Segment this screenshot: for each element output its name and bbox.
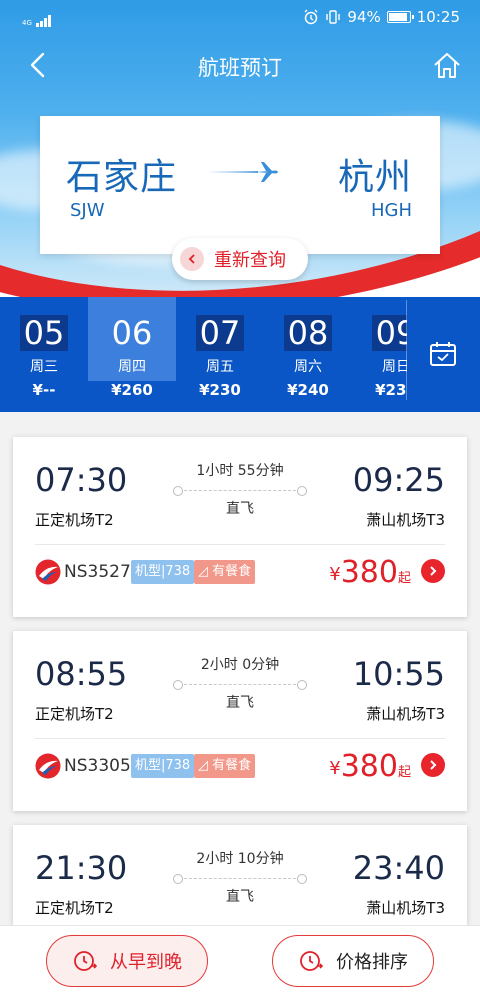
departure-city: 石家庄	[66, 157, 178, 198]
chevron-right-icon[interactable]	[421, 753, 445, 777]
status-right: 94% 10:25	[303, 8, 460, 26]
sort-by-price-button[interactable]: 价格排序	[272, 935, 434, 987]
date-option[interactable]: 07 周五 ¥230	[176, 297, 264, 412]
calendar-icon	[430, 342, 456, 366]
network-type: 4G	[22, 19, 32, 27]
alarm-icon	[304, 9, 318, 25]
date-price: ¥--	[32, 381, 56, 399]
route-card: 石家庄 SJW 杭州 HGH	[40, 116, 440, 254]
price-currency: ¥	[329, 564, 341, 585]
signal-bars-icon	[35, 9, 52, 27]
meal-label: 有餐食	[212, 758, 252, 773]
aircraft-tag: 机型|738	[131, 754, 195, 778]
departure-code: SJW	[70, 200, 105, 221]
flight-card[interactable]: 07:30 1小时 55分钟 直飞 09:25 正定机场T2 萧山机场T3 NS…	[13, 437, 467, 617]
divider	[35, 738, 445, 739]
date-price: ¥260	[111, 381, 153, 399]
price-suffix: 起	[397, 765, 411, 780]
status-bar: 4G 94% 10:25	[0, 0, 480, 36]
price-suffix: 起	[397, 571, 411, 586]
requery-button[interactable]: 重新查询	[172, 238, 308, 280]
date-day: 07	[195, 315, 245, 351]
price-currency: ¥	[329, 758, 341, 779]
date-weekday: 周三	[30, 359, 58, 375]
route-line	[173, 486, 307, 496]
battery-icon	[386, 11, 414, 23]
chevron-right-icon[interactable]	[421, 559, 445, 583]
meal-tag: ◿ 有餐食	[194, 754, 256, 778]
vibrate-icon	[326, 10, 341, 24]
meal-icon: ◿	[198, 564, 213, 579]
date-weekday: 周六	[294, 359, 322, 375]
sort-by-time-label: 从早到晚	[110, 952, 182, 973]
sort-by-price-label: 价格排序	[336, 952, 408, 973]
meal-tag: ◿ 有餐食	[194, 560, 256, 584]
date-weekday: 周四	[118, 359, 146, 375]
signal-indicator: 4G	[22, 9, 52, 27]
chevron-left-icon	[180, 247, 204, 271]
price-amount: 380	[340, 749, 398, 784]
date-option[interactable]: 08 周六 ¥240	[264, 297, 352, 412]
clock-sort-icon	[74, 951, 98, 971]
route-line	[173, 680, 307, 690]
date-option-selected[interactable]: 06 周四 ¥260	[88, 297, 176, 412]
divider	[406, 300, 407, 400]
flight-number: NS3305	[64, 756, 131, 776]
bottom-sort-bar: 从早到晚 价格排序	[0, 925, 480, 995]
price-amount: 380	[340, 555, 398, 590]
arrival-city: 杭州	[337, 157, 412, 198]
arrival-time: 10:55	[352, 655, 445, 693]
clock-time: 10:25	[416, 8, 460, 26]
flight-price: ¥380起	[329, 555, 411, 590]
battery-percent: 94%	[347, 8, 381, 26]
flight-card[interactable]: 08:55 2小时 0分钟 直飞 10:55 正定机场T2 萧山机场T3 NS3…	[13, 631, 467, 811]
flight-price: ¥380起	[329, 749, 411, 784]
departure-airport: 正定机场T2	[35, 511, 114, 529]
departure-airport: 正定机场T2	[35, 705, 114, 723]
hero-header: 4G 94% 10:25 航班预订 石家庄 SJW 杭州 HGH 重新查询	[0, 0, 480, 297]
date-price: ¥230	[199, 381, 241, 399]
airline-logo-icon	[35, 559, 61, 585]
airplane-route-icon	[206, 162, 278, 182]
arrival-code: HGH	[370, 200, 412, 221]
requery-label: 重新查询	[214, 250, 286, 271]
price-sort-icon	[300, 951, 324, 971]
arrival-airport: 萧山机场T3	[366, 511, 445, 529]
date-day: 06	[111, 314, 153, 352]
meal-icon: ◿	[198, 758, 213, 773]
arrival-time: 23:40	[352, 849, 445, 887]
date-day: 08	[283, 315, 333, 351]
aircraft-tag: 机型|738	[131, 560, 195, 584]
arrival-airport: 萧山机场T3	[366, 899, 445, 917]
date-day: 05	[19, 315, 69, 351]
sort-by-time-button[interactable]: 从早到晚	[46, 935, 208, 987]
departure-airport: 正定机场T2	[35, 899, 114, 917]
date-weekday: 周五	[206, 359, 234, 375]
home-icon[interactable]	[432, 50, 462, 80]
arrival-airport: 萧山机场T3	[366, 705, 445, 723]
calendar-button[interactable]	[407, 297, 480, 412]
date-price: ¥240	[287, 381, 329, 399]
page-title: 航班预订	[198, 56, 282, 80]
arrival-time: 09:25	[352, 461, 445, 499]
airline-logo-icon	[35, 753, 61, 779]
flight-number: NS3527	[64, 562, 131, 582]
meal-label: 有餐食	[212, 564, 252, 579]
date-option[interactable]: 05 周三 ¥--	[0, 297, 88, 412]
route-line	[173, 874, 307, 884]
divider	[35, 544, 445, 545]
flight-card[interactable]: 21:30 2小时 10分钟 直飞 23:40 正定机场T2 萧山机场T3	[13, 825, 467, 925]
